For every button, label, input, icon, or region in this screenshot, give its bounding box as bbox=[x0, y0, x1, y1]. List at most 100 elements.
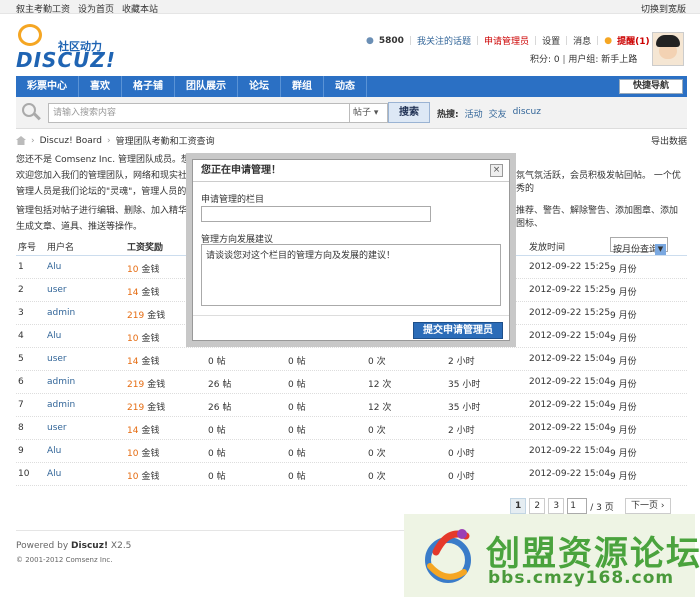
reward-amount: 10 bbox=[127, 334, 139, 344]
page-1[interactable]: 1 bbox=[510, 498, 527, 514]
row-cell: 0 帖 bbox=[288, 472, 306, 482]
username-link[interactable]: Alu bbox=[47, 262, 61, 272]
usergroup-link[interactable]: 用户组: 新手上路 bbox=[568, 55, 637, 65]
row-cell: 12 次 bbox=[368, 380, 392, 390]
watermark: 创盟资源论坛 bbs.cmzy168.com bbox=[404, 514, 700, 597]
page-input[interactable]: 1 bbox=[567, 498, 588, 514]
col-header: 序号 bbox=[18, 243, 37, 253]
month-filter-select[interactable]: 按月份查询 ▼ bbox=[610, 237, 668, 255]
reward-unit: 金钱 bbox=[147, 380, 166, 390]
nav-item-feed[interactable]: 动态 bbox=[324, 76, 367, 97]
user-info-line: 积分: 0 | 用户组: 新手上路 bbox=[530, 55, 638, 65]
username-link[interactable]: Alu bbox=[47, 446, 61, 456]
username-link[interactable]: Alu bbox=[47, 469, 61, 479]
row-cell: 0 次 bbox=[368, 357, 386, 367]
nav-item-team[interactable]: 团队展示 bbox=[175, 76, 238, 97]
row-cell: 0 帖 bbox=[208, 472, 226, 482]
reward-unit: 金钱 bbox=[147, 403, 166, 413]
breadcrumb-board[interactable]: Discuz! Board bbox=[40, 136, 102, 146]
reward-amount: 14 bbox=[127, 426, 139, 436]
row-cell: 12 次 bbox=[368, 403, 392, 413]
nav-item-group[interactable]: 群组 bbox=[281, 76, 324, 97]
username-link[interactable]: admin bbox=[47, 377, 75, 387]
messages-link[interactable]: 消息 bbox=[573, 34, 591, 47]
reward-unit: 金钱 bbox=[141, 357, 160, 367]
reward-cell: 10 金钱 bbox=[127, 331, 159, 344]
row-month: 9 月份 bbox=[610, 334, 637, 344]
hot-search-item[interactable]: 活动 bbox=[465, 107, 483, 120]
reward-cell: 219 金钱 bbox=[127, 377, 165, 390]
row-cell: 0 帖 bbox=[288, 426, 306, 436]
reward-cell: 14 金钱 bbox=[127, 285, 159, 298]
hot-search-item[interactable]: discuz bbox=[513, 107, 541, 120]
row-month: 9 月份 bbox=[610, 426, 637, 436]
settings-link[interactable]: 设置 bbox=[542, 34, 560, 47]
reward-cell: 219 金钱 bbox=[127, 308, 165, 321]
reminder-link[interactable]: 提醒(1) bbox=[617, 34, 650, 47]
home-icon[interactable] bbox=[16, 136, 26, 145]
quick-nav-button[interactable]: 快捷导航 bbox=[619, 79, 683, 94]
reward-cell: 14 金钱 bbox=[127, 423, 159, 436]
reward-amount: 14 bbox=[127, 357, 139, 367]
chevron-down-icon: ▾ bbox=[373, 108, 379, 118]
row-number: 9 bbox=[18, 446, 24, 456]
username-link[interactable]: admin bbox=[47, 308, 75, 318]
user-credits[interactable]: 5800 bbox=[379, 36, 404, 46]
row-month: 9 月份 bbox=[610, 288, 637, 298]
reward-unit: 金钱 bbox=[141, 472, 160, 482]
points-link[interactable]: 积分: 0 bbox=[530, 55, 560, 65]
row-month: 9 月份 bbox=[610, 357, 637, 367]
user-menu: ● 5800 | 我关注的话题 | 申请管理员 | 设置 | 消息 | ● 提醒… bbox=[366, 34, 681, 48]
nav-item-lottery[interactable]: 彩票中心 bbox=[16, 76, 79, 97]
username-link[interactable]: admin bbox=[47, 400, 75, 410]
apply-admin-link[interactable]: 申请管理员 bbox=[484, 34, 529, 47]
table-row: 6 admin 26 帖 0 帖 12 次 35 小时 2012-09-22 15:04 9 … bbox=[16, 371, 687, 394]
reward-cell: 10 金钱 bbox=[127, 469, 159, 482]
user-icon: ● bbox=[366, 35, 374, 46]
col-header: 用户名 bbox=[47, 243, 75, 253]
search-icon bbox=[22, 103, 42, 123]
reward-amount: 219 bbox=[127, 403, 145, 413]
username-link[interactable]: Alu bbox=[47, 331, 61, 341]
row-cell: 0 帖 bbox=[208, 426, 226, 436]
reward-amount: 10 bbox=[127, 265, 139, 275]
export-data-link[interactable]: 导出数据 bbox=[651, 134, 687, 147]
username-link[interactable]: user bbox=[47, 285, 67, 295]
nav-item-shop[interactable]: 格子铺 bbox=[122, 76, 175, 97]
column-input[interactable] bbox=[201, 206, 431, 222]
row-month: 9 月份 bbox=[610, 311, 637, 321]
nav-item-forum[interactable]: 论坛 bbox=[238, 76, 281, 97]
close-icon[interactable]: × bbox=[490, 164, 503, 177]
username-link[interactable]: user bbox=[47, 423, 67, 433]
row-number: 1 bbox=[18, 262, 24, 272]
watermark-logo-icon bbox=[425, 529, 471, 583]
submit-apply-button[interactable]: 提交申请管理员 bbox=[413, 322, 503, 339]
row-time: 2012-09-22 15:04 bbox=[529, 400, 611, 410]
search-input[interactable]: 请输入搜索内容 bbox=[48, 103, 350, 123]
hot-search-label: 热搜: bbox=[437, 110, 459, 120]
header: 社区动力 DISCUZ! ● 5800 | 我关注的话题 | 申请管理员 | 设… bbox=[0, 14, 700, 76]
reward-cell: 219 金钱 bbox=[127, 400, 165, 413]
next-page-button[interactable]: 下一页 › bbox=[624, 498, 671, 514]
bulb-icon bbox=[18, 24, 42, 46]
search-button[interactable]: 搜索 bbox=[388, 102, 430, 123]
site-logo[interactable]: 社区动力 DISCUZ! bbox=[16, 24, 116, 72]
breadcrumb-current: 管理团队考勤和工资查询 bbox=[115, 137, 215, 147]
suggest-textarea[interactable]: 请谈谈您对这个栏目的管理方向及发展的建议！ bbox=[201, 244, 501, 306]
discuz-link[interactable]: Discuz! bbox=[71, 541, 108, 551]
reward-amount: 219 bbox=[127, 311, 145, 321]
avatar[interactable] bbox=[652, 32, 684, 66]
nav-item-like[interactable]: 喜欢 bbox=[79, 76, 122, 97]
username-link[interactable]: user bbox=[47, 354, 67, 364]
row-cell: 0 帖 bbox=[288, 357, 306, 367]
reward-unit: 金钱 bbox=[141, 334, 160, 344]
table-row: 8 user 0 帖 0 帖 0 次 2 小时 2012-09-22 15:04 9 月份 14… bbox=[16, 417, 687, 440]
page-3[interactable]: 3 bbox=[548, 498, 565, 514]
pagination: 1 2 3 1 / 3 页 下一页 › bbox=[510, 498, 671, 514]
row-number: 3 bbox=[18, 308, 24, 318]
row-cell: 0 帖 bbox=[288, 403, 306, 413]
search-type-select[interactable]: 帖子 ▾ bbox=[350, 103, 388, 123]
hot-search-item[interactable]: 交友 bbox=[489, 107, 507, 120]
page-2[interactable]: 2 bbox=[529, 498, 546, 514]
my-topics-link[interactable]: 我关注的话题 bbox=[417, 34, 471, 47]
